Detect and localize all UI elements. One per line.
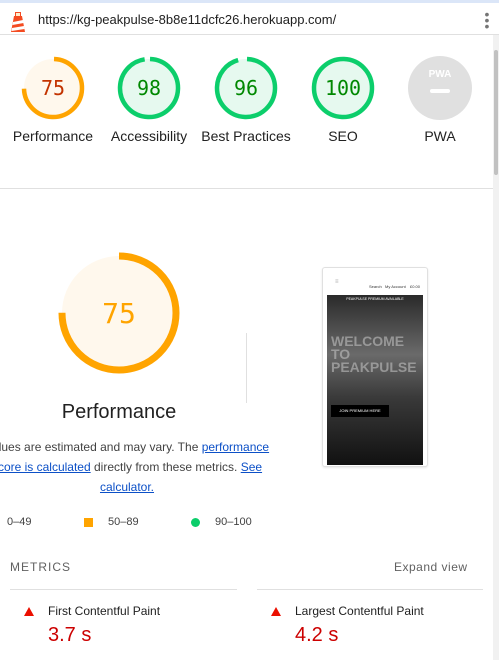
gauge-ring: PWA — [408, 56, 472, 120]
hero-welcome: WELCOME TO PEAKPULSE — [331, 333, 417, 375]
hero-banner: PEAKPULSE PREMIUM AVAILABLE — [346, 297, 404, 301]
gauge-seo[interactable]: 100 SEO — [295, 55, 391, 146]
gauge-pwa[interactable]: PWA PWA — [392, 55, 488, 146]
gauge-label: Best Practices — [201, 128, 291, 144]
lighthouse-logo-icon — [11, 12, 25, 32]
screenshot-hero: PEAKPULSE PREMIUM AVAILABLE WELCOME TO P… — [327, 295, 423, 465]
performance-note: Values are estimated and may vary. The p… — [0, 437, 272, 497]
scrollbar[interactable] — [493, 35, 499, 660]
gauge-best-practices[interactable]: 96 Best Practices — [198, 55, 294, 146]
expand-view-button[interactable]: Expand view — [394, 560, 468, 574]
more-options-icon[interactable]: • • • — [484, 7, 490, 33]
gauge-ring: 98 — [117, 56, 181, 120]
performance-big-score: 75 — [102, 297, 136, 330]
legend-pass-circle-icon — [191, 518, 200, 527]
hero-cta: JOIN PREMIUM HERE — [331, 405, 389, 417]
gauge-score: 98 — [137, 76, 161, 100]
fail-triangle-icon — [24, 607, 34, 616]
menu-icon: ≡ — [335, 279, 339, 285]
vertical-divider — [246, 333, 247, 403]
gauge-accessibility[interactable]: 98 Accessibility — [101, 55, 197, 146]
metrics-divider — [257, 589, 483, 590]
scrollbar-thumb[interactable] — [494, 50, 498, 175]
gauge-performance[interactable]: 75 Performance — [5, 55, 101, 146]
legend-pass: 90–100 — [215, 516, 252, 528]
legend-fail: 0–49 — [7, 516, 32, 528]
fail-triangle-icon — [271, 607, 281, 616]
metric-value: 4.2 s — [295, 624, 339, 646]
metrics-divider — [10, 589, 237, 590]
url-bar: https://kg-peakpulse-8b8e11dcfc26.heroku… — [0, 3, 499, 35]
note-text-2: directly from these metrics. — [90, 460, 241, 474]
screenshot-nav: ≡ Search My Account £0.00 — [327, 272, 423, 294]
legend-average-square-icon — [84, 518, 93, 527]
metrics-heading: METRICS — [10, 560, 71, 574]
nav-search: Search — [369, 284, 382, 289]
section-divider — [0, 188, 493, 189]
nav-account: My Account — [385, 284, 406, 289]
final-screenshot: ≡ Search My Account £0.00 PEAKPULSE PREM… — [322, 267, 428, 467]
gauge-ring: 75 — [21, 56, 85, 120]
gauge-score: 100 — [325, 76, 361, 100]
report-url[interactable]: https://kg-peakpulse-8b8e11dcfc26.heroku… — [38, 12, 336, 27]
gauge-ring: 96 — [214, 56, 278, 120]
metric-value: 3.7 s — [48, 624, 92, 646]
gauge-label: Accessibility — [110, 128, 188, 144]
pwa-badge-text: PWA — [429, 69, 452, 80]
nav-cart: £0.00 — [410, 284, 421, 289]
gauge-ring: 100 — [311, 56, 375, 120]
metric-name: First Contentful Paint — [48, 604, 161, 618]
performance-big-gauge: 75 — [58, 252, 180, 374]
gauge-label: Performance — [12, 128, 94, 144]
metric-name: Largest Contentful Paint — [295, 604, 424, 618]
gauge-score: 96 — [234, 76, 258, 100]
legend-average: 50–89 — [108, 516, 139, 528]
gauge-label: PWA — [424, 128, 456, 144]
performance-title: Performance — [61, 401, 177, 423]
gauge-score: 75 — [41, 76, 65, 100]
note-text: Values are estimated and may vary. The — [0, 440, 202, 454]
gauge-label: SEO — [328, 128, 358, 144]
